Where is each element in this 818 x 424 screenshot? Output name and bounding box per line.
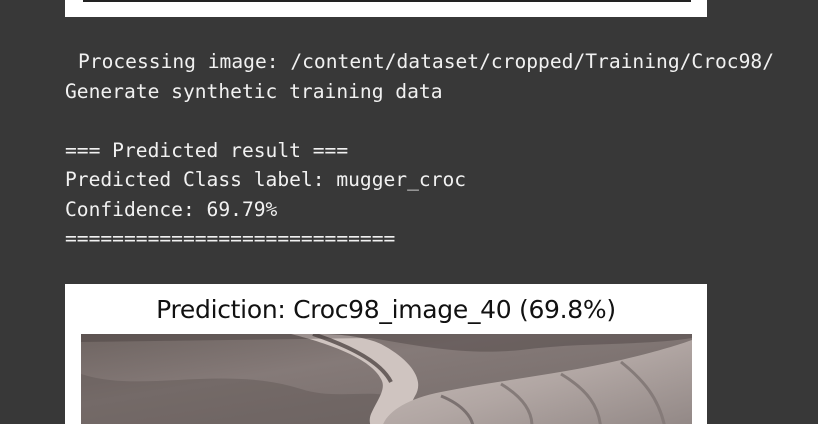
processing-line: Processing image: /content/dataset/cropp… bbox=[78, 50, 774, 73]
confidence-line: Confidence: 69.79% bbox=[65, 197, 278, 221]
predicted-class-line: Predicted Class label: mugger_croc bbox=[65, 168, 467, 191]
result-header: === Predicted result === bbox=[65, 138, 349, 162]
figure-title: Prediction: Croc98_image_40 (69.8%) bbox=[156, 295, 616, 324]
generate-line: Generate synthetic training data bbox=[65, 79, 443, 103]
previous-figure-output bbox=[65, 0, 707, 17]
prediction-figure: Prediction: Croc98_image_40 (69.8%) bbox=[65, 284, 707, 424]
crocodile-photo-drawing bbox=[81, 334, 692, 424]
crocodile-photo bbox=[81, 334, 692, 424]
notebook-output-area: Processing image: /content/dataset/cropp… bbox=[0, 0, 818, 424]
separator-line: ============================ bbox=[65, 227, 396, 250]
cell-text-output: Processing image: /content/dataset/cropp… bbox=[65, 47, 818, 254]
previous-figure-border bbox=[83, 0, 691, 2]
